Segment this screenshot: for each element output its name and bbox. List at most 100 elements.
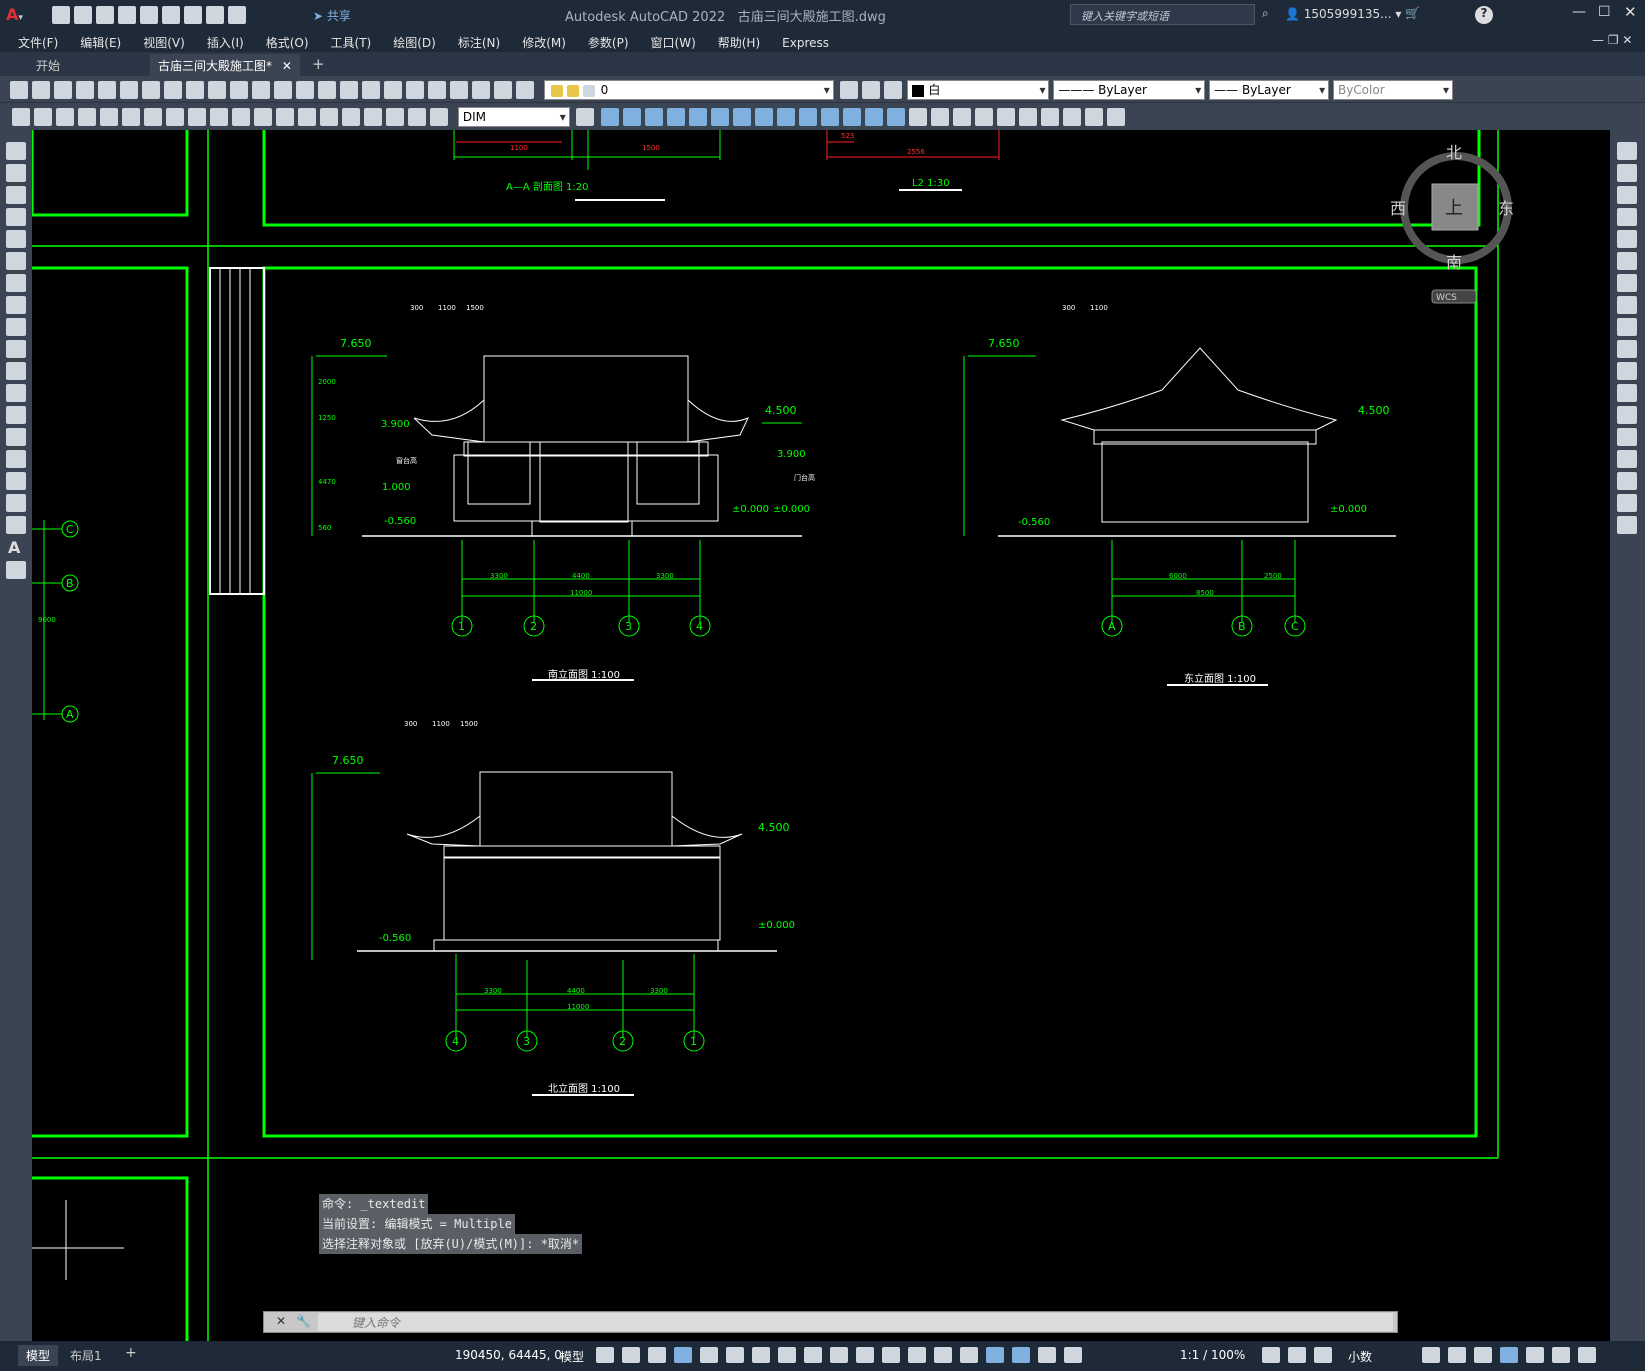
qdim-icon[interactable] [188,108,206,126]
spline-icon[interactable] [6,318,26,336]
new-icon[interactable] [52,6,70,24]
paste-icon[interactable] [208,81,226,99]
tab-model[interactable]: 模型 [18,1345,59,1366]
properties-icon[interactable] [384,81,402,99]
view-back-icon[interactable] [1019,108,1038,126]
ellipse-icon[interactable] [6,340,26,358]
tab-document[interactable]: 古庙三间大殿施工图* ✕ [150,54,300,76]
saveas-icon[interactable] [118,6,136,24]
dimstyle-icon[interactable] [575,108,594,126]
lineweight-select[interactable]: —— ByLayer [1209,80,1330,100]
view-front-icon[interactable] [997,108,1016,126]
ucs-x-icon[interactable] [799,108,818,126]
redo-icon[interactable] [274,81,292,99]
ucs-face-icon[interactable] [667,108,686,126]
view-bottom-icon[interactable] [931,108,950,126]
break-point-icon[interactable] [1617,384,1637,402]
ellipse-arc-icon[interactable] [6,362,26,380]
annotation-visibility-icon[interactable] [1012,1347,1030,1363]
dynamic-ucs-icon[interactable] [934,1347,952,1363]
copy-object-icon[interactable] [1617,164,1637,182]
menu-window[interactable]: 窗口(W) [651,34,696,51]
zoom-window-icon[interactable] [340,81,358,99]
menu-dimension[interactable]: 标注(N) [458,34,500,51]
hatch-icon[interactable] [6,450,26,468]
make-block-icon[interactable] [6,406,26,424]
join-icon[interactable] [1617,428,1637,446]
menu-format[interactable]: 格式(O) [266,34,309,51]
copy-icon[interactable] [186,81,204,99]
stretch-icon[interactable] [1617,318,1637,336]
new-tab-button[interactable]: + [312,55,325,73]
add-icon[interactable] [1288,1347,1306,1363]
doc-window-controls[interactable]: — ❐ ✕ [1592,33,1632,47]
save-icon[interactable] [54,81,72,99]
viewcube-west[interactable]: 西 [1390,199,1406,218]
menu-parametric[interactable]: 参数(P) [588,34,629,51]
revcloud-icon[interactable] [6,296,26,314]
view-right-icon[interactable] [975,108,994,126]
view-se-icon[interactable] [1107,108,1126,126]
scale-icon[interactable] [1617,296,1637,314]
qnew-icon[interactable] [10,81,28,99]
array-icon[interactable] [1617,230,1637,248]
ucs-prev-icon[interactable] [645,108,664,126]
circle-icon[interactable] [6,274,26,292]
3dosnap-icon[interactable] [908,1347,926,1363]
open-icon[interactable] [74,6,92,24]
rotate-icon[interactable] [1617,274,1637,292]
linetype-select[interactable]: ——— ByLayer [1053,80,1206,100]
user-menu[interactable]: 👤 1505999135... ▾ [1285,7,1401,21]
dim-baseline-icon[interactable] [210,108,228,126]
dim-diameter-icon[interactable] [144,108,162,126]
command-close-icon[interactable]: ✕ [276,1314,286,1328]
selection-filter-icon[interactable] [960,1347,978,1363]
menu-tools[interactable]: 工具(T) [331,34,372,51]
drawing-canvas[interactable]: A—A 剖面图 1:20 L2 1:30 1100 1500 523 2556 … [32,130,1610,1341]
close-button[interactable]: ✕ [1624,3,1637,21]
ucs-view-icon[interactable] [711,108,730,126]
autoscale-icon[interactable] [1038,1347,1056,1363]
fullscreen-icon[interactable] [1552,1347,1570,1363]
dim-linear-icon[interactable] [12,108,30,126]
dim-angular-icon[interactable] [166,108,184,126]
match-icon[interactable] [230,81,248,99]
ucs-z-icon[interactable] [843,108,862,126]
cut-icon[interactable] [164,81,182,99]
gizmo-icon[interactable] [986,1347,1004,1363]
view-iso-icon[interactable] [1041,108,1060,126]
isolate-icon[interactable] [1474,1347,1492,1363]
table-icon[interactable] [6,516,26,534]
trim-icon[interactable] [1617,340,1637,358]
gradient-icon[interactable] [6,472,26,490]
ucs-y-icon[interactable] [821,108,840,126]
menu-view[interactable]: 视图(V) [143,34,185,51]
search-box[interactable]: 键入关键字或短语 [1070,4,1255,25]
hardware-accel-icon[interactable] [1500,1347,1518,1363]
open-web-icon[interactable] [140,6,158,24]
search-icon[interactable]: ⌕ [1262,6,1269,21]
undo-icon[interactable] [206,6,224,24]
snap-icon[interactable] [622,1347,640,1363]
tab-start[interactable]: 开始 [16,55,146,76]
selection-cycling-icon[interactable] [882,1347,900,1363]
layer-manager-icon[interactable] [516,81,534,99]
ucs-3point-icon[interactable] [777,108,796,126]
make-current-icon[interactable] [839,81,858,99]
mirror-icon[interactable] [1617,186,1637,204]
otrack-icon[interactable] [778,1347,796,1363]
erase-icon[interactable] [1617,142,1637,160]
infer-icon[interactable] [648,1347,666,1363]
calculator-icon[interactable] [472,81,490,99]
ucs-object-icon[interactable] [689,108,708,126]
offset-icon[interactable] [1617,208,1637,226]
osnap-icon[interactable] [804,1347,822,1363]
menu-insert[interactable]: 插入(I) [207,34,244,51]
plotstyle-select[interactable]: ByColor [1332,80,1453,100]
tolerance-icon[interactable] [298,108,316,126]
model-space-toggle[interactable]: 模型 [560,1348,584,1365]
dim-break-icon[interactable] [276,108,294,126]
layer-state-icon[interactable] [883,81,902,99]
command-settings-icon[interactable]: 🔧 [296,1314,311,1328]
minimize-button[interactable]: — [1572,4,1586,20]
